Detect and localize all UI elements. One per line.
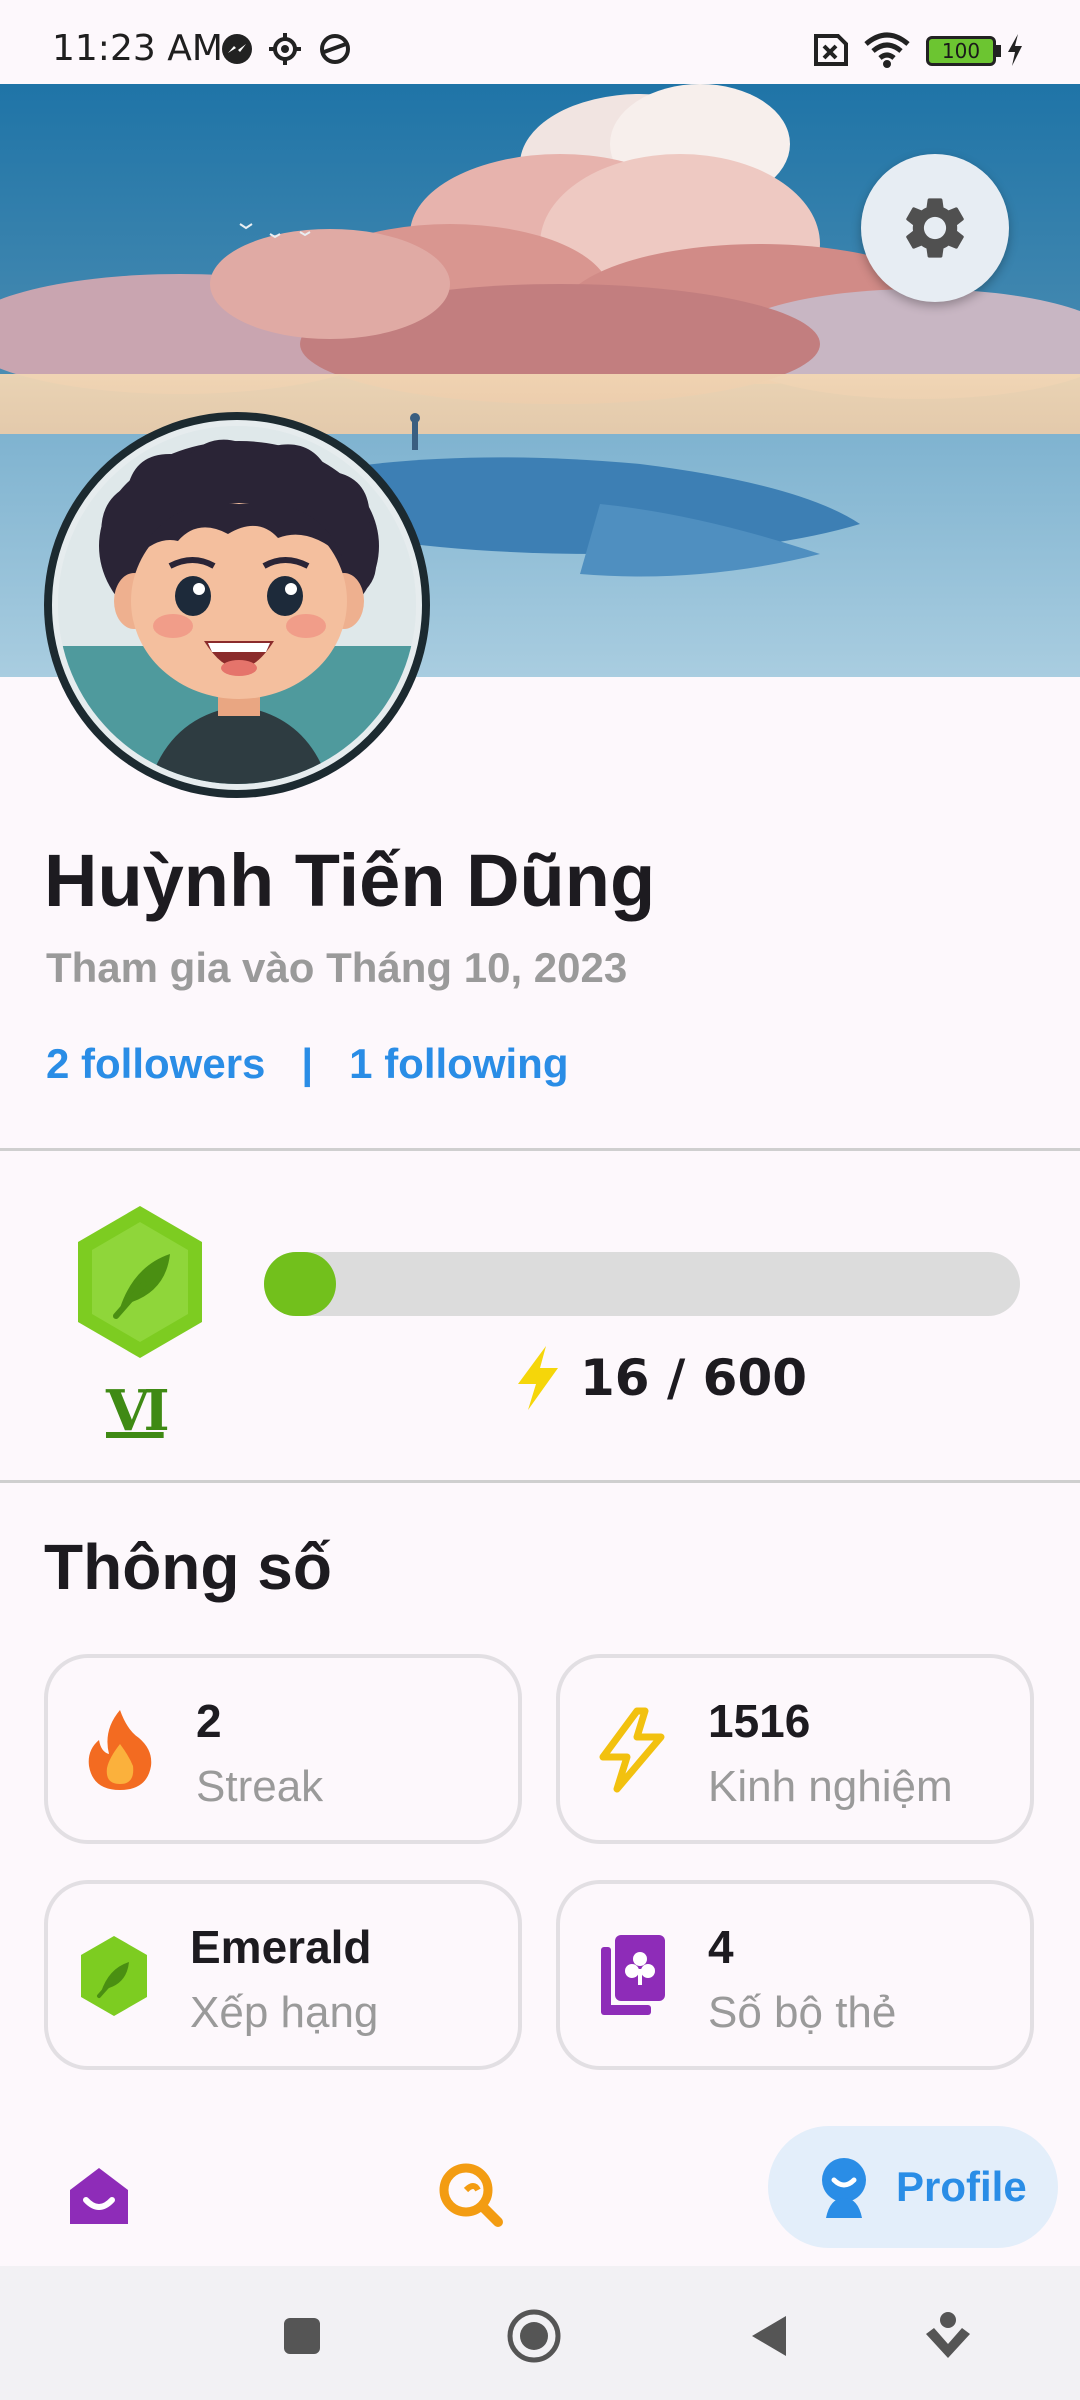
xp-progress-bar: [264, 1252, 1020, 1316]
nav-profile-label: Profile: [896, 2163, 1027, 2210]
lightning-icon: [586, 1704, 678, 1796]
emerald-badge-icon: [68, 1930, 160, 2022]
stat-card-experience: 1516 Kinh nghiệm: [556, 1654, 1034, 1844]
no-sim-icon: [814, 34, 848, 66]
settings-status-icon: [269, 33, 301, 65]
messenger-icon: [222, 34, 252, 64]
followers-link[interactable]: 2 followers: [46, 1040, 265, 1087]
wifi-icon: [864, 32, 910, 68]
profile-screen: 11:23 AM 100 Huỳnh Tiến Dũng Tham gia và…: [0, 0, 1080, 2400]
avatar-image: [52, 420, 422, 790]
profile-name: Huỳnh Tiến Dũng: [44, 839, 656, 922]
stat-label: Xếp hạng: [190, 1988, 379, 2037]
status-bar: 11:23 AM 100: [0, 0, 1080, 84]
stat-label: Số bộ thẻ: [708, 1988, 897, 2037]
system-navigation-bar: [0, 2266, 1080, 2400]
follow-stats: 2 followers | 1 following: [46, 1040, 568, 1088]
assistant-icon[interactable]: [924, 2310, 972, 2362]
xp-progress-fill: [264, 1252, 336, 1316]
follow-separator: |: [301, 1040, 314, 1087]
lightning-icon: [518, 1346, 558, 1410]
following-link[interactable]: 1 following: [349, 1040, 568, 1087]
divider: [0, 1148, 1080, 1151]
join-date: Tham gia vào Tháng 10, 2023: [46, 944, 628, 991]
settings-button[interactable]: [861, 154, 1009, 302]
avatar[interactable]: [44, 412, 430, 798]
level-badge-icon: [78, 1206, 202, 1358]
stat-value: 1516: [708, 1695, 811, 1747]
sync-status-icon: [320, 34, 350, 64]
home-system-icon[interactable]: [506, 2308, 562, 2364]
stat-label: Streak: [196, 1762, 324, 1811]
stat-value: 4: [708, 1921, 734, 1973]
profile-icon: [822, 2158, 866, 2218]
back-icon[interactable]: [748, 2312, 790, 2360]
stat-card-streak: 2 Streak: [44, 1654, 522, 1844]
nav-profile-tab[interactable]: Profile: [768, 2126, 1058, 2248]
battery-indicator: 100: [926, 36, 996, 66]
stats-title: Thông số: [44, 1531, 332, 1603]
gear-icon: [906, 198, 964, 258]
home-icon[interactable]: [64, 2160, 134, 2230]
stat-card-rank: Emerald Xếp hạng: [44, 1880, 522, 2070]
xp-text: 16 / 600: [580, 1349, 808, 1407]
xp-counter: 16 / 600: [512, 1340, 807, 1416]
bottom-navigation: Profile: [0, 2106, 1080, 2266]
stat-label: Kinh nghiệm: [708, 1762, 953, 1811]
fire-icon: [74, 1704, 166, 1796]
search-icon[interactable]: [436, 2160, 506, 2230]
battery-tip: [996, 45, 1001, 57]
charging-icon: [1008, 34, 1022, 66]
stat-card-decks: 4 Số bộ thẻ: [556, 1880, 1034, 2070]
level-roman-numeral: VI: [106, 1378, 170, 1444]
stat-value: Emerald: [190, 1921, 372, 1973]
divider: [0, 1480, 1080, 1483]
card-deck-icon: [586, 1930, 678, 2022]
stat-value: 2: [196, 1695, 222, 1747]
status-time: 11:23 AM: [52, 28, 223, 69]
recent-apps-icon[interactable]: [282, 2316, 322, 2356]
